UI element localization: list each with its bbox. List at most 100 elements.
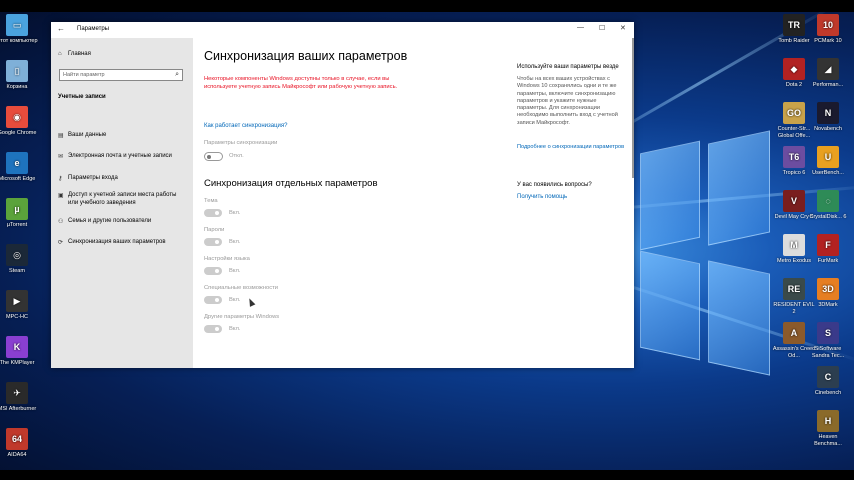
sidebar-item-label: Ваши данные bbox=[68, 132, 107, 138]
sidebar-item[interactable]: ✉ Электронная почта и учетные записи bbox=[58, 153, 186, 161]
app-icon: µ bbox=[6, 198, 28, 220]
setting-state: Вкл. bbox=[229, 297, 241, 303]
app-icon: 10 bbox=[817, 14, 839, 36]
sidebar: ⌂ Главная Найти параметр ⌕ Учетные записи… bbox=[51, 38, 193, 368]
sidebar-home[interactable]: ⌂ Главная bbox=[58, 51, 91, 57]
app-icon: ◢ bbox=[817, 58, 839, 80]
setting-toggle[interactable] bbox=[204, 209, 222, 217]
sync-settings-toggle[interactable] bbox=[204, 152, 223, 161]
desktop-icon-label: PCMark 10 bbox=[814, 38, 842, 44]
desktop-icon[interactable]: C Cinebench bbox=[806, 366, 850, 397]
sidebar-item-label: Электронная почта и учетные записи bbox=[68, 153, 172, 159]
desktop-icon-label: FurMark bbox=[817, 258, 839, 264]
sidebar-item-label: Параметры входа bbox=[68, 175, 118, 181]
sidebar-item[interactable]: ▤ Ваши данные bbox=[58, 132, 186, 140]
desktop-icon-label: Корзина bbox=[6, 84, 28, 90]
back-arrow-icon[interactable]: ← bbox=[57, 24, 65, 33]
individual-settings-title: Синхронизация отдельных параметров bbox=[204, 178, 378, 189]
desktop: ▭ Этот компьютер ▯ Корзина ◉ Google Chrome e Mi… bbox=[0, 12, 854, 470]
app-icon: ◎ bbox=[6, 244, 28, 266]
sidebar-home-label: Главная bbox=[68, 51, 91, 57]
briefcase-icon: ▣ bbox=[58, 193, 64, 199]
sidebar-item[interactable]: ⚇ Семья и другие пользователи bbox=[58, 218, 186, 226]
desktop-icon[interactable]: ▶ MPC-HC bbox=[0, 290, 39, 321]
sync-icon: ⟳ bbox=[58, 240, 64, 246]
close-button[interactable]: ✕ bbox=[620, 24, 626, 32]
home-icon: ⌂ bbox=[58, 51, 62, 57]
desktop-icon[interactable]: F FurMark bbox=[806, 234, 850, 265]
setting-toggle[interactable] bbox=[204, 296, 222, 304]
desktop-icon-label: Cinebench bbox=[814, 390, 842, 396]
desktop-icon[interactable]: ◌ CrystalDisk... 6 bbox=[806, 190, 850, 221]
windows-logo-pane bbox=[708, 130, 770, 246]
right-panel-title: Используйте ваши параметры везде bbox=[517, 64, 619, 70]
questions-title: У вас появились вопросы? bbox=[517, 182, 592, 188]
how-sync-works-link[interactable]: Как работает синхронизация? bbox=[204, 123, 287, 129]
desktop-icon-label: Heaven Benchma... bbox=[814, 434, 842, 447]
settings-window: ← Параметры — ☐ ✕ ⌂ Главная Найти парамет… bbox=[51, 22, 634, 368]
desktop-icon-label: SiSoftware Sandra Tec... bbox=[811, 346, 845, 359]
desktop-icon[interactable]: 64 AIDA64 bbox=[0, 428, 39, 459]
more-about-sync-link[interactable]: Подробнее о синхронизации параметров bbox=[517, 144, 627, 151]
desktop-icon-label: Microsoft Edge bbox=[0, 176, 36, 182]
setting-label: Пароли bbox=[204, 227, 225, 233]
app-icon: C bbox=[817, 366, 839, 388]
main-content: Синхронизация ваших параметров Некоторые… bbox=[193, 38, 634, 368]
sidebar-item[interactable]: ⚷ Параметры входа bbox=[58, 175, 186, 183]
desktop-icon[interactable]: ✈ MSI Afterburner bbox=[0, 382, 39, 413]
desktop-icon-label: 3DMark bbox=[818, 302, 838, 308]
desktop-icon[interactable]: 3D 3DMark bbox=[806, 278, 850, 309]
desktop-icon[interactable]: U UserBench... bbox=[806, 146, 850, 177]
app-icon: U bbox=[817, 146, 839, 168]
app-icon: K bbox=[6, 336, 28, 358]
app-icon: 3D bbox=[817, 278, 839, 300]
app-icon: N bbox=[817, 102, 839, 124]
setting-toggle[interactable] bbox=[204, 325, 222, 333]
desktop-icon[interactable]: e Microsoft Edge bbox=[0, 152, 39, 183]
setting-toggle[interactable] bbox=[204, 267, 222, 275]
sync-settings-label: Параметры синхронизации bbox=[204, 140, 278, 146]
desktop-icon[interactable]: K The KMPlayer bbox=[0, 336, 39, 367]
app-icon: H bbox=[817, 410, 839, 432]
app-icon: ✈ bbox=[6, 382, 28, 404]
search-input[interactable]: Найти параметр ⌕ bbox=[59, 69, 183, 81]
mail-icon: ✉ bbox=[58, 154, 64, 160]
desktop-icon[interactable]: ◢ Performan... bbox=[806, 58, 850, 89]
desktop-icon[interactable]: ◎ Steam bbox=[0, 244, 39, 275]
desktop-icon[interactable]: µ µTorrent bbox=[0, 198, 39, 229]
desktop-icon[interactable]: 10 PCMark 10 bbox=[806, 14, 850, 45]
maximize-button[interactable]: ☐ bbox=[599, 24, 605, 32]
windows-logo-pane bbox=[640, 250, 700, 361]
minimize-button[interactable]: — bbox=[577, 24, 584, 31]
setting-label: Тема bbox=[204, 198, 218, 204]
sidebar-item[interactable]: ⟳ Синхронизация ваших параметров bbox=[58, 239, 186, 247]
desktop-icon[interactable]: S SiSoftware Sandra Tec... bbox=[806, 322, 850, 359]
get-help-link[interactable]: Получить помощь bbox=[517, 194, 567, 200]
windows-logo-pane bbox=[640, 140, 700, 251]
window-title: Параметры bbox=[77, 26, 109, 32]
desktop-icon-label: Novabench bbox=[814, 126, 842, 132]
setting-state: Вкл. bbox=[229, 268, 241, 274]
setting-label: Специальные возможности bbox=[204, 285, 279, 291]
desktop-icon[interactable]: H Heaven Benchma... bbox=[806, 410, 850, 447]
desktop-icon-label: Performan... bbox=[812, 82, 844, 88]
setting-toggle[interactable] bbox=[204, 238, 222, 246]
desktop-icon[interactable]: ▯ Корзина bbox=[0, 60, 39, 91]
desktop-icon[interactable]: ▭ Этот компьютер bbox=[0, 14, 39, 45]
desktop-icon[interactable]: ◉ Google Chrome bbox=[0, 106, 39, 137]
desktop-icon[interactable]: N Novabench bbox=[806, 102, 850, 133]
sidebar-item[interactable]: ▣ Доступ к учетной записи места работы ил… bbox=[58, 192, 186, 207]
setting-label: Другие параметры Windows bbox=[204, 314, 280, 320]
sync-settings-state: Откл. bbox=[229, 153, 244, 159]
desktop-icon-label: AIDA64 bbox=[7, 452, 27, 458]
sidebar-item-label: Синхронизация ваших параметров bbox=[68, 239, 166, 245]
desktop-icon-label: The KMPlayer bbox=[0, 360, 35, 366]
app-icon: ▶ bbox=[6, 290, 28, 312]
desktop-icon-label: MSI Afterburner bbox=[0, 406, 37, 412]
app-icon: T6 bbox=[783, 146, 805, 168]
app-icon: A bbox=[783, 322, 805, 344]
desktop-icon-label: Steam bbox=[9, 268, 25, 274]
scrollbar[interactable] bbox=[632, 38, 634, 178]
setting-state: Вкл. bbox=[229, 210, 241, 216]
search-icon: ⌕ bbox=[175, 71, 179, 78]
